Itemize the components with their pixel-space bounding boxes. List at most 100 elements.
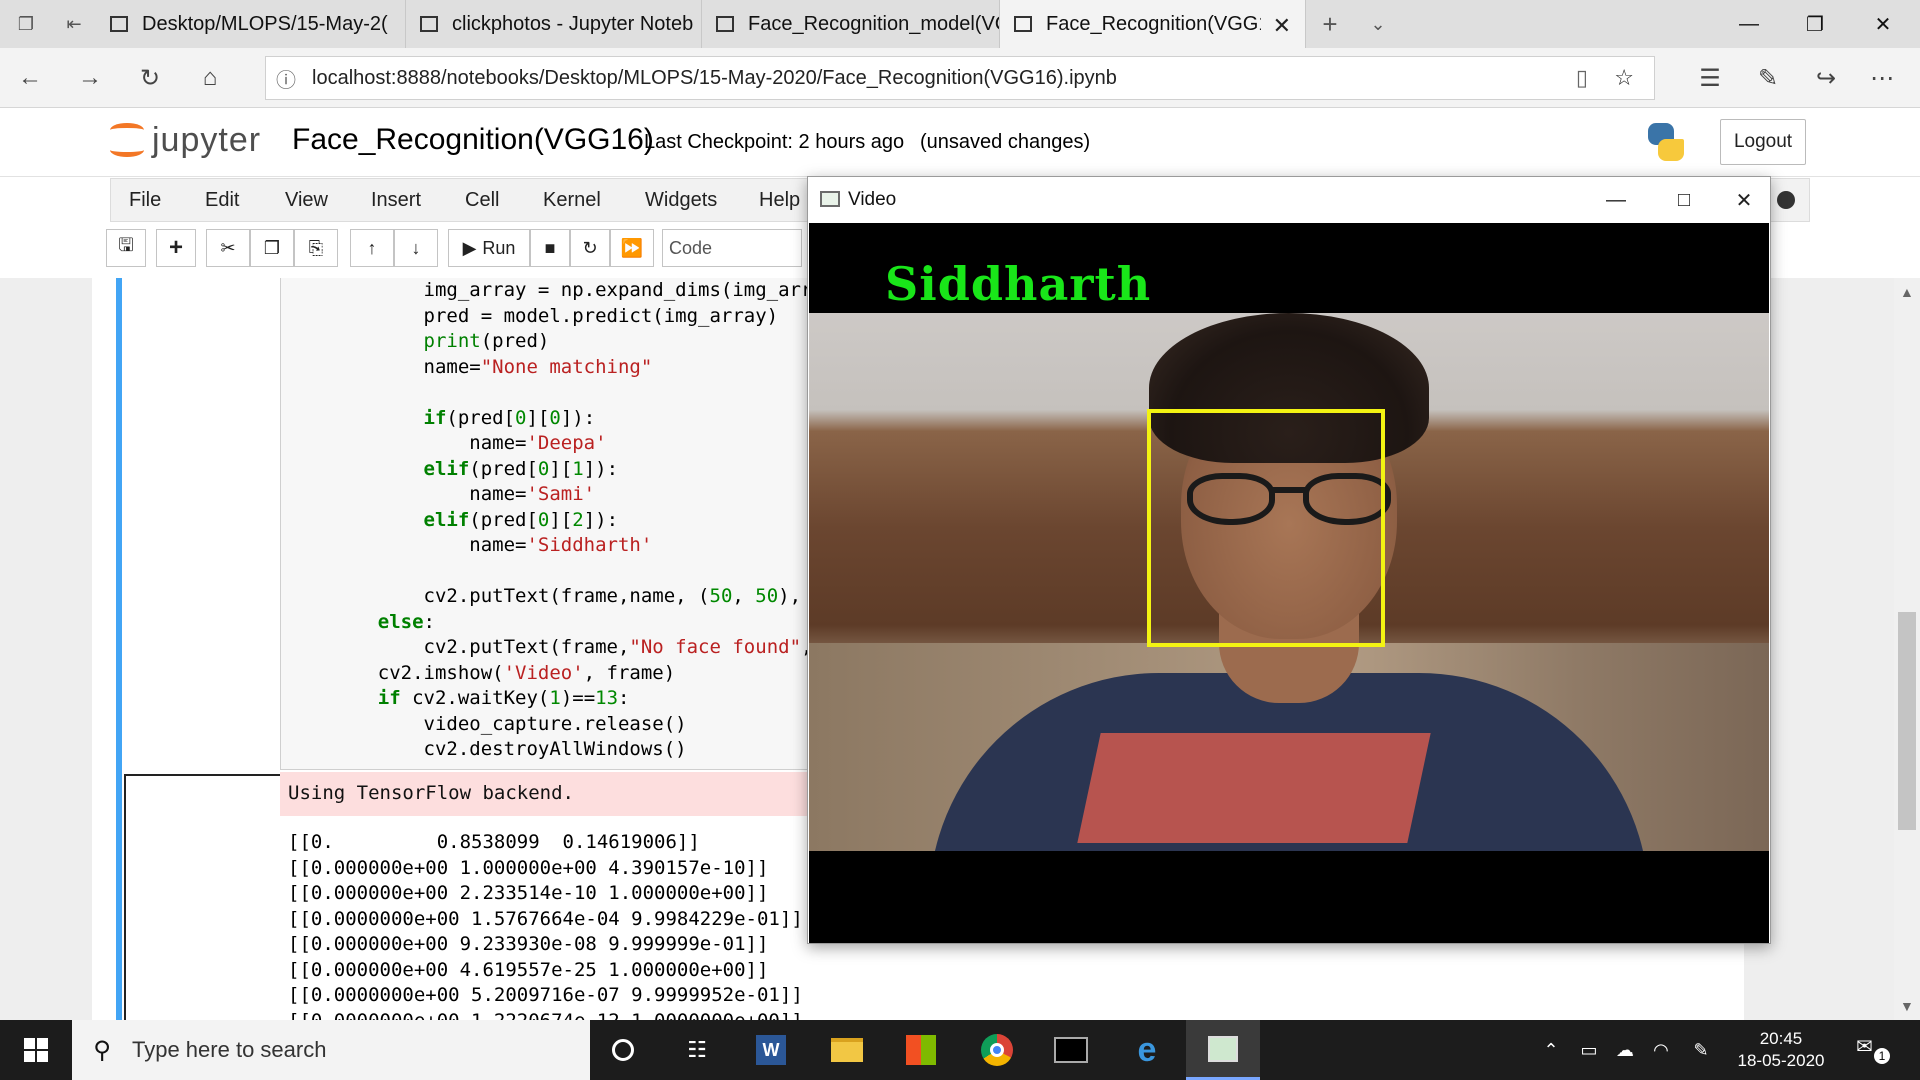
task-view-icon[interactable]: ☷ <box>660 1020 734 1080</box>
back-icon[interactable]: ← <box>14 62 46 94</box>
favorite-star-icon[interactable]: ☆ <box>1614 65 1634 91</box>
video-frame: Siddharth <box>809 223 1769 943</box>
insert-cell-icon[interactable]: + <box>156 229 196 267</box>
forward-icon[interactable]: → <box>74 62 106 94</box>
tab-preview-icon[interactable]: ❐ <box>12 10 40 38</box>
browser-tab-3[interactable]: Face_Recognition_model(VC <box>702 0 1000 48</box>
python-kernel-icon <box>1644 121 1686 163</box>
video-window[interactable]: Video — □ ✕ Siddharth <box>807 176 1771 944</box>
store-icon[interactable] <box>884 1020 958 1080</box>
edge-icon[interactable]: e <box>1110 1020 1184 1080</box>
output-line: [[0.000000e+00 9.233930e-08 9.999999e-01… <box>288 933 769 955</box>
paste-icon[interactable]: ⎘ <box>294 229 338 267</box>
run-icon: ▶ <box>462 237 477 258</box>
chrome-icon[interactable] <box>960 1020 1034 1080</box>
more-icon[interactable]: ⋯ <box>1866 62 1898 94</box>
jupyter-logo[interactable]: jupyter <box>110 119 261 161</box>
page-icon <box>420 16 438 32</box>
address-bar[interactable]: ⓘ localhost:8888/notebooks/Desktop/MLOPS… <box>265 56 1655 100</box>
close-icon[interactable]: ✕ <box>1724 185 1764 215</box>
tab-label: Face_Recognition(VGG1 <box>1046 12 1261 35</box>
cell-type-select[interactable]: Code <box>662 229 802 267</box>
clock-time: 20:45 <box>1759 1029 1803 1048</box>
video-window-titlebar[interactable]: Video — □ ✕ <box>808 177 1770 223</box>
set-tabs-aside-icon[interactable]: ⇤ <box>60 10 88 38</box>
browser-tab-2[interactable]: clickphotos - Jupyter Noteb <box>406 0 702 48</box>
favorites-icon[interactable]: ☰ <box>1694 62 1726 94</box>
video-window-title: Video <box>848 189 897 210</box>
menu-edit[interactable]: Edit <box>205 189 239 212</box>
wifi-icon[interactable]: ◠ <box>1644 1020 1678 1080</box>
page-scrollbar[interactable]: ▲ ▼ <box>1894 278 1920 1020</box>
file-explorer-icon[interactable] <box>810 1020 884 1080</box>
page-icon <box>1014 16 1032 32</box>
browser-tab-strip: ❐ ⇤ Desktop/MLOPS/15-May-2( clickphotos … <box>0 0 1920 48</box>
menu-kernel[interactable]: Kernel <box>543 189 601 212</box>
pen-icon[interactable]: ✎ <box>1752 62 1784 94</box>
fast-forward-icon[interactable]: ⏩ <box>610 229 654 267</box>
page-icon <box>110 16 128 32</box>
terminal-icon[interactable] <box>1034 1020 1108 1080</box>
close-tab-icon[interactable]: ✕ <box>1273 13 1291 39</box>
reading-view-icon[interactable]: ▯ <box>1576 65 1588 91</box>
video-window-taskbar-icon[interactable] <box>1186 1020 1260 1080</box>
minimize-icon[interactable]: — <box>1596 185 1636 215</box>
action-center-icon[interactable]: ✉ 1 <box>1856 1034 1890 1064</box>
jupyter-header: jupyter Face_Recognition(VGG16) Last Che… <box>0 109 1920 177</box>
save-icon[interactable]: 🖫 <box>106 229 146 267</box>
move-up-icon[interactable]: ↑ <box>350 229 394 267</box>
output-prompt-area <box>124 774 280 1020</box>
battery-icon[interactable]: ▭ <box>1572 1020 1606 1080</box>
restore-icon[interactable]: ❐ <box>1782 0 1848 48</box>
menu-view[interactable]: View <box>285 189 328 212</box>
maximize-icon[interactable]: □ <box>1664 185 1704 215</box>
menu-help[interactable]: Help <box>759 189 800 212</box>
chevron-down-icon[interactable]: ⌄ <box>1364 10 1392 38</box>
cut-icon[interactable]: ✂ <box>206 229 250 267</box>
menu-insert[interactable]: Insert <box>371 189 421 212</box>
menu-cell[interactable]: Cell <box>465 189 499 212</box>
output-line: [[0. 0.8538099 0.14619006]] <box>288 831 700 853</box>
browser-tab-active[interactable]: Face_Recognition(VGG1 ✕ <box>1000 0 1306 48</box>
url-text[interactable]: localhost:8888/notebooks/Desktop/MLOPS/1… <box>306 67 1117 90</box>
home-icon[interactable]: ⌂ <box>194 62 226 94</box>
scroll-up-icon[interactable]: ▲ <box>1900 284 1914 300</box>
webcam-image <box>809 313 1769 851</box>
share-icon[interactable]: ↪ <box>1810 62 1842 94</box>
jupyter-logo-text: jupyter <box>152 120 262 159</box>
plus-icon[interactable]: + <box>1316 9 1344 39</box>
output-line: [[0.000000e+00 1.000000e+00 4.390157e-10… <box>288 856 769 879</box>
run-button[interactable]: ▶ Run <box>448 229 530 267</box>
taskbar-search[interactable]: ⚲ Type here to search <box>72 1020 590 1080</box>
notebook-title[interactable]: Face_Recognition(VGG16) <box>292 123 654 157</box>
face-detection-box <box>1147 409 1385 647</box>
stop-icon[interactable]: ■ <box>530 229 570 267</box>
restart-icon[interactable]: ↻ <box>570 229 610 267</box>
notification-count: 1 <box>1874 1048 1890 1064</box>
refresh-icon[interactable]: ↻ <box>134 62 166 94</box>
run-label: Run <box>482 237 516 258</box>
clock-date: 18-05-2020 <box>1737 1051 1825 1070</box>
scrollbar-thumb[interactable] <box>1898 612 1916 830</box>
screen: ❐ ⇤ Desktop/MLOPS/15-May-2( clickphotos … <box>0 0 1920 1080</box>
start-button[interactable] <box>0 1020 72 1080</box>
cortana-icon[interactable] <box>586 1020 660 1080</box>
logout-button[interactable]: Logout <box>1720 119 1806 165</box>
browser-tab-1[interactable]: Desktop/MLOPS/15-May-2( <box>96 0 406 48</box>
volume-muted-icon[interactable]: ☁ <box>1608 1020 1642 1080</box>
info-icon[interactable]: ⓘ <box>266 64 306 93</box>
menu-widgets[interactable]: Widgets <box>645 189 717 212</box>
show-hidden-icons-icon[interactable]: ⌃ <box>1536 1020 1566 1080</box>
system-clock[interactable]: 20:45 18-05-2020 <box>1726 1028 1836 1072</box>
minimize-icon[interactable]: — <box>1716 0 1782 48</box>
menu-file[interactable]: File <box>129 189 161 212</box>
opencv-window-icon <box>820 191 840 207</box>
page-icon <box>716 16 734 32</box>
pen-workspace-icon[interactable]: ✎ <box>1684 1020 1718 1080</box>
word-app-icon[interactable]: W <box>734 1020 808 1080</box>
copy-icon[interactable]: ❐ <box>250 229 294 267</box>
scroll-down-icon[interactable]: ▼ <box>1900 998 1914 1014</box>
move-down-icon[interactable]: ↓ <box>394 229 438 267</box>
shirt-print <box>1077 733 1431 843</box>
close-icon[interactable]: ✕ <box>1850 0 1916 48</box>
